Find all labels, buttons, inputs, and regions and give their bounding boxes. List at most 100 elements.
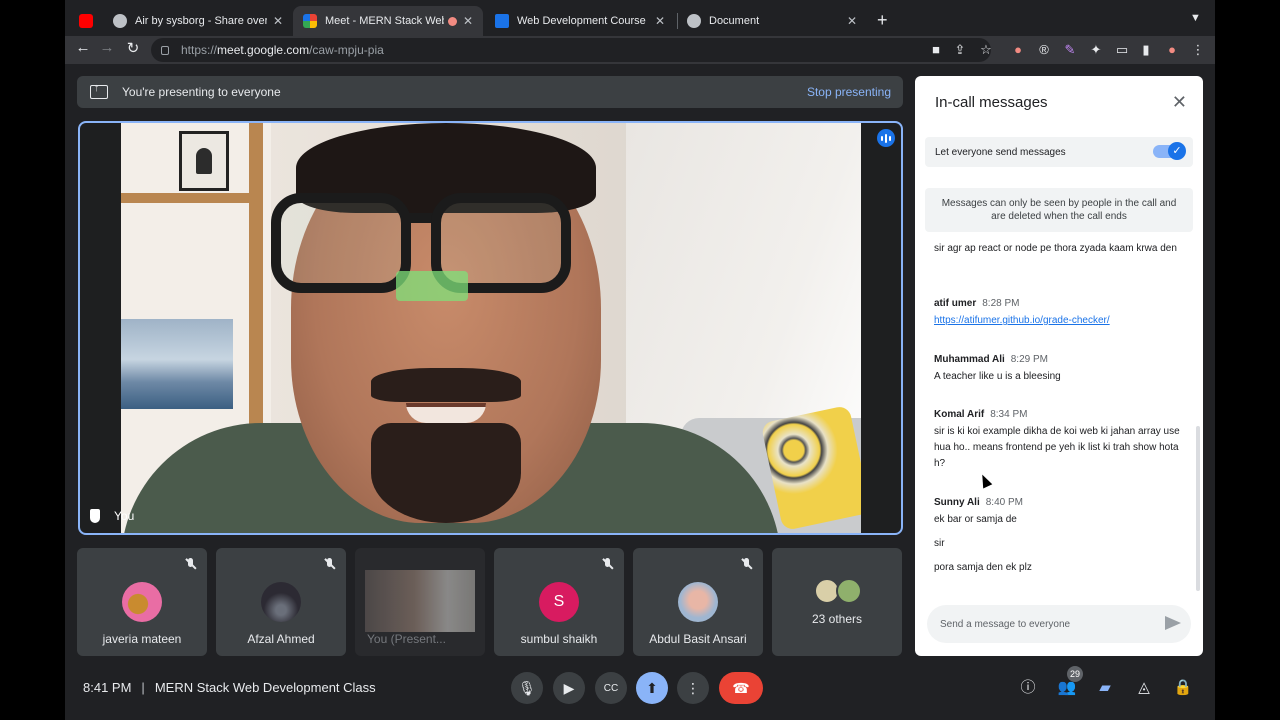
presenting-banner: You're presenting to everyone Stop prese… bbox=[77, 76, 903, 108]
chat-message: Sunny Ali 8:40 PM ek bar or samja de sir … bbox=[934, 497, 1184, 576]
others-tile[interactable]: 23 others bbox=[772, 548, 902, 656]
message-sender: Muhammad Ali bbox=[934, 354, 1005, 365]
send-icon[interactable] bbox=[1165, 616, 1181, 630]
youtube-tab[interactable] bbox=[75, 6, 97, 36]
close-icon[interactable]: ✕ bbox=[273, 14, 283, 28]
puzzle-icon[interactable]: ✦ bbox=[1087, 41, 1105, 59]
meet-icon bbox=[303, 14, 317, 28]
scrollbar[interactable] bbox=[1196, 426, 1200, 591]
message-time: 8:40 PM bbox=[985, 497, 1023, 508]
main-video-label: You bbox=[90, 509, 134, 523]
allow-messages-row: Let everyone send messages bbox=[925, 137, 1193, 167]
star-icon[interactable]: ☆ bbox=[977, 41, 995, 59]
activities-icon[interactable]: ◬ bbox=[1132, 676, 1156, 700]
others-count: 23 others bbox=[811, 612, 863, 626]
close-icon[interactable]: ✕ bbox=[655, 14, 665, 28]
message-text: sir bbox=[934, 538, 945, 549]
allow-messages-label: Let everyone send messages bbox=[935, 146, 1066, 158]
message-text: pora samja den ek plz bbox=[934, 562, 1032, 573]
chat-message: Muhammad Ali 8:29 PM A teacher like u is … bbox=[934, 354, 1184, 385]
self-presenting-tile[interactable]: You (Present... bbox=[355, 548, 485, 656]
more-options-button[interactable]: ⋮ bbox=[677, 672, 709, 704]
panel-title: In-call messages bbox=[935, 94, 1048, 111]
url-bar[interactable]: https://meet.google.com/caw-mpju-pia bbox=[151, 38, 991, 62]
avatar: S bbox=[539, 582, 579, 622]
reload-icon[interactable]: ↻ bbox=[123, 39, 143, 57]
camera-icon: ▶ bbox=[563, 679, 575, 696]
extension-icon[interactable]: ● bbox=[1009, 41, 1027, 59]
menu-icon[interactable]: ⋮ bbox=[1189, 41, 1207, 59]
participant-name: javeria mateen bbox=[102, 632, 182, 646]
message-header: Muhammad Ali 8:29 PM bbox=[934, 354, 1184, 365]
participant-name: You (Present... bbox=[367, 632, 446, 646]
close-icon[interactable]: ✕ bbox=[847, 14, 857, 28]
mic-off-icon bbox=[602, 558, 614, 570]
camera-button[interactable]: ▶ bbox=[553, 672, 585, 704]
cast-icon[interactable]: ▭ bbox=[1113, 41, 1131, 59]
meeting-info: 8:41 PM | MERN Stack Web Development Class bbox=[83, 680, 376, 695]
microphone-button[interactable]: 🎙 bbox=[511, 672, 543, 704]
chat-icon[interactable]: ▰ bbox=[1093, 676, 1117, 700]
pen-icon[interactable]: ✎ bbox=[1061, 41, 1079, 59]
avatar bbox=[678, 582, 718, 622]
info-icon[interactable]: ⓘ bbox=[1016, 676, 1040, 700]
message-text: ek bar or samja de bbox=[934, 514, 1017, 525]
tab-meet[interactable]: Meet - MERN Stack Web D ✕ bbox=[293, 6, 483, 36]
sidepanel-icon[interactable]: ▮ bbox=[1137, 41, 1155, 59]
tab-document[interactable]: Document ✕ bbox=[677, 6, 867, 36]
message-composer bbox=[927, 605, 1191, 643]
stop-presenting-button[interactable]: Stop presenting bbox=[807, 85, 891, 99]
profile-avatar[interactable]: ● bbox=[1163, 41, 1181, 59]
main-video[interactable]: You bbox=[78, 121, 903, 535]
chat-message: Komal Arif 8:34 PM sir is ki koi example … bbox=[934, 409, 1184, 472]
camera-icon[interactable]: ■ bbox=[927, 41, 945, 59]
mic-off-icon bbox=[741, 558, 753, 570]
tab-web-dev-course[interactable]: Web Development Course - Sir ✕ bbox=[485, 6, 675, 36]
new-tab-icon[interactable]: + bbox=[877, 10, 888, 31]
avatar bbox=[261, 582, 301, 622]
chat-panel: In-call messages ✕ Let everyone send mes… bbox=[915, 76, 1203, 656]
close-icon[interactable]: ✕ bbox=[1172, 92, 1187, 113]
participant-tile[interactable]: Afzal Ahmed bbox=[216, 548, 346, 656]
allow-messages-toggle[interactable] bbox=[1153, 142, 1186, 160]
tab-title: Document bbox=[709, 15, 760, 27]
message-header: Sunny Ali 8:40 PM bbox=[934, 497, 1184, 508]
share-icon[interactable]: ⇪ bbox=[951, 41, 969, 59]
participant-tile[interactable]: Abdul Basit Ansari bbox=[633, 548, 763, 656]
captions-icon: CC bbox=[603, 682, 619, 694]
host-controls-icon[interactable]: 🔒 bbox=[1171, 676, 1195, 700]
chevron-down-icon[interactable]: ▼ bbox=[1190, 12, 1201, 24]
message-text: sir is ki koi example dikha de koi web k… bbox=[934, 426, 1180, 469]
url-host: meet.google.com bbox=[217, 43, 310, 57]
presenting-message: You're presenting to everyone bbox=[122, 85, 281, 99]
message-input[interactable] bbox=[940, 618, 1150, 630]
participant-name: Afzal Ahmed bbox=[247, 632, 315, 646]
close-icon[interactable]: ✕ bbox=[463, 14, 473, 28]
globe-icon bbox=[113, 14, 127, 28]
message-list[interactable]: sir agr ap react or node pe thora zyada … bbox=[934, 236, 1184, 596]
tab-title: Air by sysborg - Share over the bbox=[135, 15, 267, 27]
screen: Air by sysborg - Share over the ✕ Meet -… bbox=[65, 0, 1215, 720]
mic-off-icon bbox=[185, 558, 197, 570]
message-time: 8:29 PM bbox=[1010, 354, 1048, 365]
extension-r-icon[interactable]: ® bbox=[1035, 41, 1053, 59]
forward-icon[interactable]: → bbox=[97, 39, 117, 56]
participant-tile[interactable]: S sumbul shaikh bbox=[494, 548, 624, 656]
participant-count-badge: 29 bbox=[1067, 666, 1083, 682]
message-text: A teacher like u is a bleesing bbox=[934, 371, 1061, 382]
participant-tile[interactable]: javeria mateen bbox=[77, 548, 207, 656]
browser-tab-bar: Air by sysborg - Share over the ✕ Meet -… bbox=[65, 0, 1215, 36]
present-button[interactable]: ⬆ bbox=[636, 672, 668, 704]
pin-icon[interactable] bbox=[90, 509, 100, 523]
avatar bbox=[836, 578, 862, 604]
message-text: sir agr ap react or node pe thora zyada … bbox=[934, 243, 1177, 254]
globe-icon bbox=[687, 14, 701, 28]
leave-call-button[interactable]: ☎ bbox=[719, 672, 763, 704]
back-icon[interactable]: ← bbox=[73, 39, 93, 56]
tab-air-sysborg[interactable]: Air by sysborg - Share over the ✕ bbox=[103, 6, 293, 36]
url-prefix: https:// bbox=[181, 43, 218, 57]
message-link[interactable]: https://atifumer.github.io/grade-checker… bbox=[934, 313, 1184, 329]
lock-icon bbox=[161, 45, 169, 55]
participant-name: sumbul shaikh bbox=[520, 632, 598, 646]
captions-button[interactable]: CC bbox=[595, 672, 627, 704]
